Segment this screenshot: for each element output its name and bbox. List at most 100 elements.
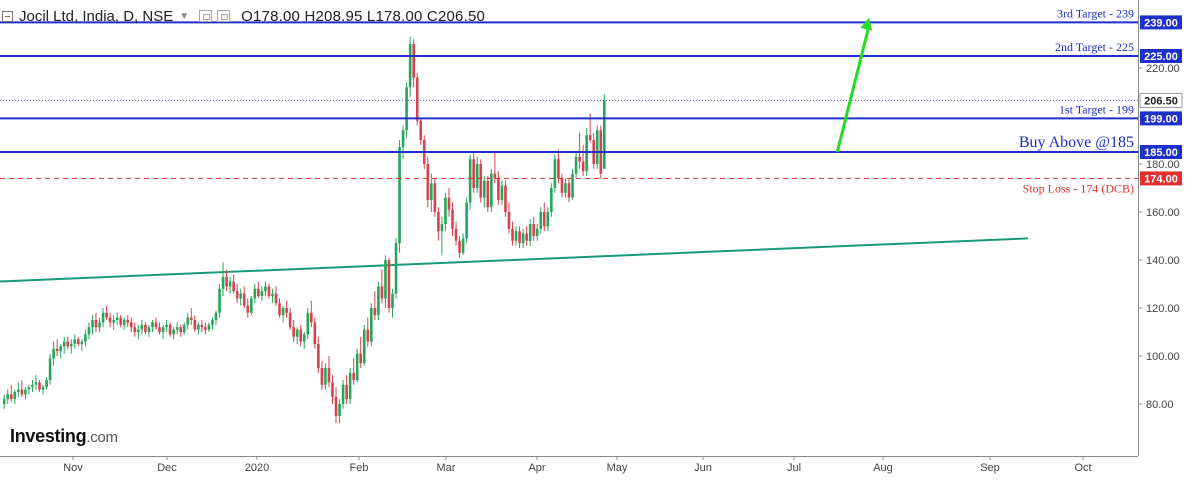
candle-body xyxy=(444,197,447,224)
candle-body xyxy=(320,368,324,385)
candle-body xyxy=(285,308,288,313)
candle-body xyxy=(271,293,274,296)
y-tick-label: 140.00 xyxy=(1146,255,1180,267)
candle-body xyxy=(310,312,313,323)
candle-body xyxy=(384,260,387,299)
level-badge-label: 185.00 xyxy=(1144,147,1178,159)
candle-body xyxy=(239,293,243,299)
candle-body xyxy=(228,281,232,287)
projection-arrow xyxy=(835,25,871,153)
candle-body xyxy=(48,358,52,380)
candle-body xyxy=(341,384,345,404)
candle-body xyxy=(581,161,585,172)
candle-body xyxy=(528,224,532,241)
hide-icon[interactable] xyxy=(217,10,231,22)
candle-body xyxy=(546,212,550,227)
candle-body xyxy=(126,320,130,323)
candle-body xyxy=(465,202,468,239)
price-chart[interactable]: 80.00100.00120.00140.00160.00180.00200.0… xyxy=(0,0,1200,476)
candle-body xyxy=(553,159,557,188)
chart-legend: Jocil Ltd, India, D, NSE ▼ O178.00 H208.… xyxy=(2,6,485,26)
last-price-label: 206.50 xyxy=(1144,95,1178,107)
candle-body xyxy=(595,130,599,164)
level-label: Buy Above @185 xyxy=(1019,134,1134,151)
candle-body xyxy=(264,286,267,292)
candle-body xyxy=(571,173,574,198)
x-tick-label: May xyxy=(607,462,628,474)
candle-body xyxy=(521,233,525,244)
candle-body xyxy=(242,293,246,306)
candle-body xyxy=(218,288,221,313)
candle-body xyxy=(408,44,412,88)
candle-body xyxy=(9,394,13,400)
candle-body xyxy=(366,329,370,342)
candle-body xyxy=(550,188,553,212)
y-tick-label: 120.00 xyxy=(1146,303,1180,315)
candle-body xyxy=(24,389,27,395)
settings-icon[interactable] xyxy=(199,10,213,22)
candle-body xyxy=(41,387,45,390)
candle-body xyxy=(468,159,472,203)
chevron-down-icon[interactable]: ▼ xyxy=(179,11,189,22)
candle-body xyxy=(525,233,528,241)
level-badge-label: 199.00 xyxy=(1144,113,1178,125)
candle-body xyxy=(69,344,73,347)
candle-body xyxy=(514,231,518,241)
candle-body xyxy=(267,286,271,296)
candle-body xyxy=(479,164,483,198)
y-tick-label: 160.00 xyxy=(1146,207,1180,219)
candle-body xyxy=(112,320,115,323)
y-tick-label: 80.00 xyxy=(1146,399,1174,411)
candle-body xyxy=(73,339,77,344)
candle-body xyxy=(380,286,384,299)
y-tick-label: 100.00 xyxy=(1146,351,1180,363)
candle-body xyxy=(352,372,355,380)
x-tick-label: Jun xyxy=(694,462,712,474)
y-tick-label: 220.00 xyxy=(1146,63,1180,75)
candle-body xyxy=(151,322,154,328)
candle-body xyxy=(288,312,292,328)
candle-body xyxy=(398,147,401,244)
candle-body xyxy=(359,353,363,364)
candle-body xyxy=(87,327,91,335)
x-tick-label: Mar xyxy=(437,462,456,474)
candle-body xyxy=(214,312,218,320)
candle-body xyxy=(574,156,578,174)
candle-body xyxy=(377,286,380,316)
candle-body xyxy=(458,240,461,253)
candle-body xyxy=(137,329,140,332)
candle-body xyxy=(299,329,303,342)
chart-canvas[interactable]: 80.00100.00120.00140.00160.00180.00200.0… xyxy=(0,0,1200,476)
candle-body xyxy=(472,159,475,188)
candle-body xyxy=(451,209,454,229)
candle-body xyxy=(461,238,465,253)
candle-body xyxy=(482,180,486,198)
candle-body xyxy=(430,183,433,200)
candle-body xyxy=(80,341,84,344)
candle-body xyxy=(52,348,55,359)
candle-body xyxy=(440,224,444,232)
candle-body xyxy=(355,353,359,380)
x-tick-label: Apr xyxy=(528,462,545,474)
candle-body xyxy=(235,291,239,299)
candle-body xyxy=(221,276,225,289)
candle-body xyxy=(140,324,144,330)
level-badge-label: 225.00 xyxy=(1144,51,1178,63)
collapse-legend-icon[interactable] xyxy=(2,10,13,22)
candle-body xyxy=(197,324,200,330)
candle-body xyxy=(334,396,338,416)
candle-body xyxy=(415,77,419,121)
projection-arrow-head xyxy=(860,17,873,31)
x-tick-label: 2020 xyxy=(245,462,269,474)
candle-body xyxy=(144,324,147,332)
candle-body xyxy=(91,320,94,328)
x-tick-label: Aug xyxy=(873,462,893,474)
candle-body xyxy=(585,135,588,172)
level-label: 2nd Target - 225 xyxy=(1055,40,1134,54)
candle-body xyxy=(175,327,179,330)
candle-body xyxy=(387,260,391,308)
symbol-label: Jocil Ltd, India, D, NSE xyxy=(19,7,174,25)
candle-body xyxy=(17,389,20,392)
candle-body xyxy=(168,324,172,335)
investing-logo: Investing.com xyxy=(10,426,118,446)
